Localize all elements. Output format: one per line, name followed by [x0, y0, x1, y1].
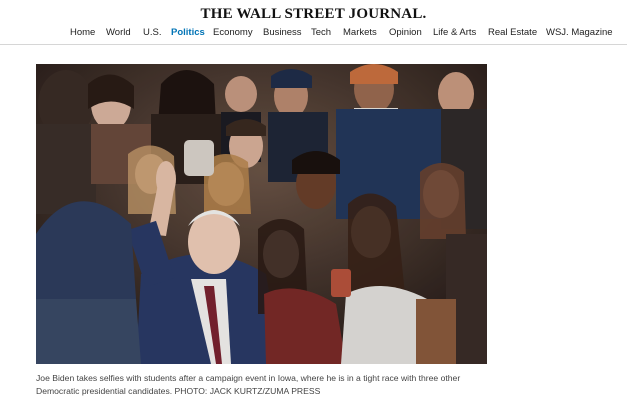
- masthead-logo[interactable]: THE WALL STREET JOURNAL.: [0, 6, 627, 23]
- nav-item-wsj-magazine[interactable]: WSJ. Magazine: [546, 27, 613, 38]
- nav-item-tech[interactable]: Tech: [311, 27, 331, 38]
- photo-caption: Joe Biden takes selfies with students af…: [36, 372, 496, 397]
- nav-item-home[interactable]: Home: [70, 27, 95, 38]
- nav-item-world[interactable]: World: [106, 27, 131, 38]
- photo-credit: PHOTO: JACK KURTZ/ZUMA PRESS: [174, 385, 321, 396]
- nav-item-opinion[interactable]: Opinion: [389, 27, 422, 38]
- nav-item-life-arts[interactable]: Life & Arts: [433, 27, 476, 38]
- nav-item-business[interactable]: Business: [263, 27, 302, 38]
- header-divider: [0, 44, 627, 45]
- nav-item-economy[interactable]: Economy: [213, 27, 253, 38]
- nav-item-real-estate[interactable]: Real Estate: [488, 27, 537, 38]
- nav-item-politics[interactable]: Politics: [171, 27, 205, 38]
- nav-item-us[interactable]: U.S.: [143, 27, 161, 38]
- nav-item-markets[interactable]: Markets: [343, 27, 377, 38]
- section-nav: Home World U.S. Politics Economy Busines…: [0, 27, 627, 41]
- article-photo[interactable]: [36, 64, 487, 364]
